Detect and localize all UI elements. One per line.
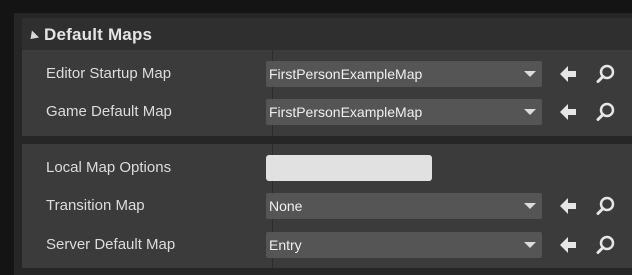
- property-row-local-map-options: Local Map Options: [22, 149, 632, 187]
- details-panel: Default Maps Editor Startup Map FirstPer…: [14, 13, 632, 275]
- local-map-options-input[interactable]: [266, 155, 432, 181]
- combo-value: None: [269, 198, 303, 214]
- search-icon: [596, 235, 615, 254]
- property-label: Transition Map: [46, 197, 145, 214]
- use-selected-button[interactable]: [556, 233, 580, 257]
- property-label: Local Map Options: [46, 159, 172, 176]
- chevron-down-icon: [524, 242, 536, 248]
- search-icon: [596, 64, 615, 83]
- chevron-down-icon: [524, 109, 536, 115]
- browse-button[interactable]: [594, 100, 618, 124]
- search-icon: [596, 102, 615, 121]
- category-header-default-maps[interactable]: Default Maps: [22, 18, 632, 52]
- search-icon: [596, 196, 615, 215]
- game-default-map-combo[interactable]: FirstPersonExampleMap: [266, 99, 542, 125]
- property-group-startup: Editor Startup Map FirstPersonExampleMap: [22, 50, 632, 136]
- property-row-transition-map: Transition Map None: [22, 187, 632, 225]
- property-row-server-default-map: Server Default Map Entry: [22, 226, 632, 264]
- property-label: Editor Startup Map: [46, 65, 172, 82]
- property-row-editor-startup-map: Editor Startup Map FirstPersonExampleMap: [22, 55, 632, 93]
- use-selected-button[interactable]: [556, 62, 580, 86]
- browse-button[interactable]: [594, 194, 618, 218]
- property-label: Game Default Map: [46, 103, 172, 120]
- arrow-left-icon: [560, 66, 576, 82]
- arrow-left-icon: [560, 237, 576, 253]
- combo-value: Entry: [269, 237, 302, 253]
- combo-value: FirstPersonExampleMap: [269, 66, 423, 82]
- arrow-left-icon: [560, 198, 576, 214]
- editor-startup-map-combo[interactable]: FirstPersonExampleMap: [266, 61, 542, 87]
- browse-button[interactable]: [594, 62, 618, 86]
- transition-map-combo[interactable]: None: [266, 193, 542, 219]
- browse-button[interactable]: [594, 233, 618, 257]
- arrow-left-icon: [560, 104, 576, 120]
- use-selected-button[interactable]: [556, 100, 580, 124]
- property-group-maps: Local Map Options Transition Map None Se…: [22, 144, 632, 268]
- property-label: Server Default Map: [46, 236, 176, 253]
- use-selected-button[interactable]: [556, 194, 580, 218]
- category-title: Default Maps: [44, 25, 153, 44]
- server-default-map-combo[interactable]: Entry: [266, 232, 542, 258]
- chevron-down-icon: [524, 203, 536, 209]
- details-panel-frame: Default Maps Editor Startup Map FirstPer…: [0, 0, 632, 275]
- property-row-game-default-map: Game Default Map FirstPersonExampleMap: [22, 93, 632, 131]
- chevron-down-icon: [524, 71, 536, 77]
- combo-value: FirstPersonExampleMap: [269, 104, 423, 120]
- collapse-arrow-icon[interactable]: [26, 29, 40, 43]
